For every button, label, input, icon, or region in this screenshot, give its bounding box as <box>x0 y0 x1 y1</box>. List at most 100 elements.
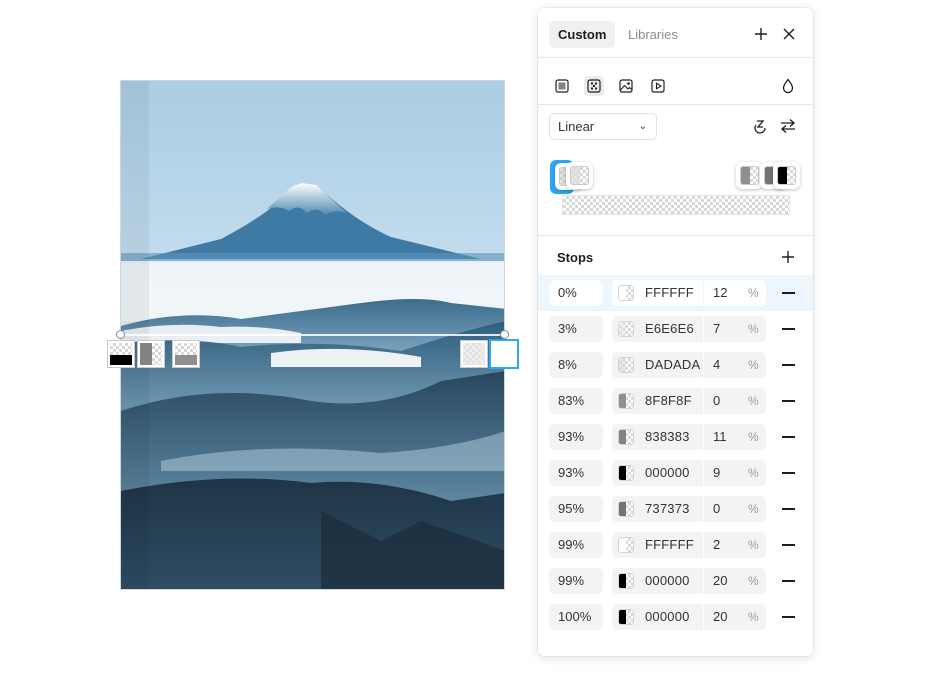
stop-color-field[interactable]: 000000 20 % <box>612 568 766 594</box>
stop-opacity-value[interactable]: 9 <box>713 460 720 486</box>
stop-row[interactable]: 0% FFFFFF 12 % <box>538 275 813 311</box>
remove-stop-icon[interactable] <box>782 400 795 402</box>
stop-row[interactable]: 93% 838383 11 % <box>538 419 813 455</box>
gradient-direction-line[interactable] <box>120 334 505 336</box>
stop-swatch[interactable] <box>618 357 634 373</box>
stop-row[interactable]: 3% E6E6E6 7 % <box>538 311 813 347</box>
remove-stop-icon[interactable] <box>782 364 795 366</box>
solid-fill-icon[interactable] <box>552 76 572 96</box>
rotate-gradient-icon[interactable] <box>750 116 770 136</box>
stop-color-field[interactable]: FFFFFF 2 % <box>612 532 766 558</box>
remove-stop-icon[interactable] <box>782 544 795 546</box>
stop-swatch[interactable] <box>618 393 634 409</box>
stop-color-field[interactable]: DADADA 4 % <box>612 352 766 378</box>
canvas-stop-handle-selected[interactable] <box>491 341 517 367</box>
stop-opacity-value[interactable]: 11 <box>713 424 727 450</box>
field-separator <box>703 460 704 486</box>
stop-position-input[interactable]: 100% <box>549 604 603 630</box>
gradient-stop-handle[interactable] <box>566 162 593 189</box>
stop-position-input[interactable]: 99% <box>549 568 603 594</box>
stop-hex-value[interactable]: 000000 <box>645 568 690 594</box>
image-fill-icon[interactable] <box>616 76 636 96</box>
stop-hex-value[interactable]: 838383 <box>645 424 690 450</box>
stop-row[interactable]: 100% 000000 20 % <box>538 599 813 635</box>
stop-color-field[interactable]: 737373 0 % <box>612 496 766 522</box>
gradient-fill-icon[interactable] <box>584 76 604 96</box>
stop-opacity-value[interactable]: 7 <box>713 316 720 342</box>
stop-hex-value[interactable]: 8F8F8F <box>645 388 692 414</box>
stop-position-input[interactable]: 93% <box>549 460 603 486</box>
stop-opacity-value[interactable]: 4 <box>713 352 720 378</box>
add-icon[interactable] <box>752 25 770 43</box>
stop-row[interactable]: 95% 737373 0 % <box>538 491 813 527</box>
stop-color-field[interactable]: 000000 20 % <box>612 604 766 630</box>
stop-swatch[interactable] <box>618 609 634 625</box>
canvas-stop-handle[interactable] <box>461 341 487 367</box>
stop-row[interactable]: 83% 8F8F8F 0 % <box>538 383 813 419</box>
gradient-preview-bar[interactable] <box>562 195 790 215</box>
gradient-stop-handle[interactable] <box>736 162 763 189</box>
stop-color-field[interactable]: 838383 11 % <box>612 424 766 450</box>
stop-position-input[interactable]: 3% <box>549 316 603 342</box>
stop-row[interactable]: 99% 000000 20 % <box>538 563 813 599</box>
swap-direction-icon[interactable] <box>778 116 798 136</box>
stop-swatch[interactable] <box>618 501 634 517</box>
remove-stop-icon[interactable] <box>782 436 795 438</box>
stop-position-input[interactable]: 8% <box>549 352 603 378</box>
eyedropper-icon[interactable] <box>778 76 798 96</box>
canvas-edge-mark <box>505 400 513 407</box>
stop-row[interactable]: 8% DADADA 4 % <box>538 347 813 383</box>
stop-hex-value[interactable]: 000000 <box>645 460 690 486</box>
stop-position-input[interactable]: 99% <box>549 532 603 558</box>
field-separator <box>703 424 704 450</box>
panel-header: Custom Libraries <box>538 8 813 58</box>
stop-color-field[interactable]: 000000 9 % <box>612 460 766 486</box>
stop-hex-value[interactable]: FFFFFF <box>645 280 694 306</box>
gradient-start-handle[interactable] <box>116 330 125 339</box>
stop-swatch[interactable] <box>618 573 634 589</box>
stop-swatch[interactable] <box>618 429 634 445</box>
stop-swatch[interactable] <box>618 465 634 481</box>
gradient-end-handle[interactable] <box>500 330 509 339</box>
canvas-stop-handle[interactable] <box>173 341 199 367</box>
stop-color-field[interactable]: 8F8F8F 0 % <box>612 388 766 414</box>
stop-swatch[interactable] <box>618 537 634 553</box>
canvas-stop-handle[interactable] <box>138 341 164 367</box>
stop-hex-value[interactable]: 737373 <box>645 496 690 522</box>
tab-custom[interactable]: Custom <box>549 21 616 48</box>
stop-color-field[interactable]: FFFFFF 12 % <box>612 280 766 306</box>
stop-opacity-value[interactable]: 20 <box>713 568 727 594</box>
stop-position-input[interactable]: 0% <box>549 280 603 306</box>
stop-opacity-value[interactable]: 20 <box>713 604 727 630</box>
stop-hex-value[interactable]: E6E6E6 <box>645 316 694 342</box>
stop-color-field[interactable]: E6E6E6 7 % <box>612 316 766 342</box>
stop-hex-value[interactable]: DADADA <box>645 352 700 378</box>
stop-swatch[interactable] <box>618 285 634 301</box>
canvas-stop-handle[interactable] <box>108 341 134 367</box>
gradient-type-select[interactable]: Linear ⌄ <box>549 113 657 140</box>
gradient-stop-handle[interactable] <box>773 162 800 189</box>
fill-panel: Custom Libraries Linear ⌄ Stops 0% FFFFF… <box>538 8 813 656</box>
stop-hex-value[interactable]: FFFFFF <box>645 532 694 558</box>
add-stop-icon[interactable] <box>781 250 795 264</box>
remove-stop-icon[interactable] <box>782 616 795 618</box>
stop-hex-value[interactable]: 000000 <box>645 604 690 630</box>
video-fill-icon[interactable] <box>648 76 668 96</box>
stop-position-input[interactable]: 83% <box>549 388 603 414</box>
remove-stop-icon[interactable] <box>782 472 795 474</box>
stop-position-input[interactable]: 93% <box>549 424 603 450</box>
stop-row[interactable]: 93% 000000 9 % <box>538 455 813 491</box>
remove-stop-icon[interactable] <box>782 328 795 330</box>
remove-stop-icon[interactable] <box>782 292 795 294</box>
stop-opacity-value[interactable]: 12 <box>713 280 727 306</box>
stop-row[interactable]: 99% FFFFFF 2 % <box>538 527 813 563</box>
stop-opacity-value[interactable]: 0 <box>713 388 720 414</box>
tab-libraries[interactable]: Libraries <box>619 21 687 48</box>
close-icon[interactable] <box>780 25 798 43</box>
remove-stop-icon[interactable] <box>782 580 795 582</box>
stop-swatch[interactable] <box>618 321 634 337</box>
stop-position-input[interactable]: 95% <box>549 496 603 522</box>
stop-opacity-value[interactable]: 0 <box>713 496 720 522</box>
remove-stop-icon[interactable] <box>782 508 795 510</box>
stop-opacity-value[interactable]: 2 <box>713 532 720 558</box>
